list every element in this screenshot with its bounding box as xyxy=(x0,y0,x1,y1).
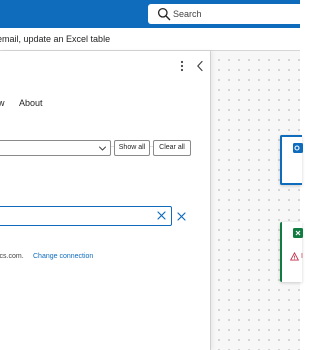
more-vertical-icon[interactable] xyxy=(178,59,186,73)
canvas-node-outlook[interactable] xyxy=(280,135,303,185)
designer-canvas[interactable] xyxy=(210,51,300,350)
chevron-down-icon xyxy=(99,146,106,151)
clear-all-button[interactable]: Clear all xyxy=(153,140,191,156)
search-icon xyxy=(157,7,171,21)
tab-overview[interactable]: w xyxy=(0,96,5,110)
warning-icon xyxy=(290,252,299,261)
search-placeholder: Search xyxy=(173,9,202,19)
tab-about[interactable]: About xyxy=(19,96,43,110)
global-search-box[interactable]: Search xyxy=(148,4,300,24)
chevron-left-icon[interactable] xyxy=(195,59,205,73)
flow-title: email, update an Excel table xyxy=(0,34,111,44)
node-status-text: I xyxy=(301,253,303,260)
flow-title-bar: email, update an Excel table xyxy=(0,28,300,51)
app-header: Search xyxy=(0,0,300,28)
show-all-button[interactable]: Show all xyxy=(114,140,150,156)
filter-dropdown[interactable] xyxy=(0,140,111,156)
search-input[interactable] xyxy=(1,209,141,222)
clear-input-icon[interactable] xyxy=(156,210,167,221)
canvas-node-excel[interactable]: I xyxy=(280,222,303,282)
change-connection-link[interactable]: Change connection xyxy=(33,251,93,263)
outlook-icon xyxy=(293,143,303,153)
connection-account: ics.com. xyxy=(0,253,24,260)
search-field[interactable] xyxy=(0,206,172,226)
excel-icon xyxy=(293,228,303,238)
close-icon[interactable] xyxy=(176,211,187,222)
